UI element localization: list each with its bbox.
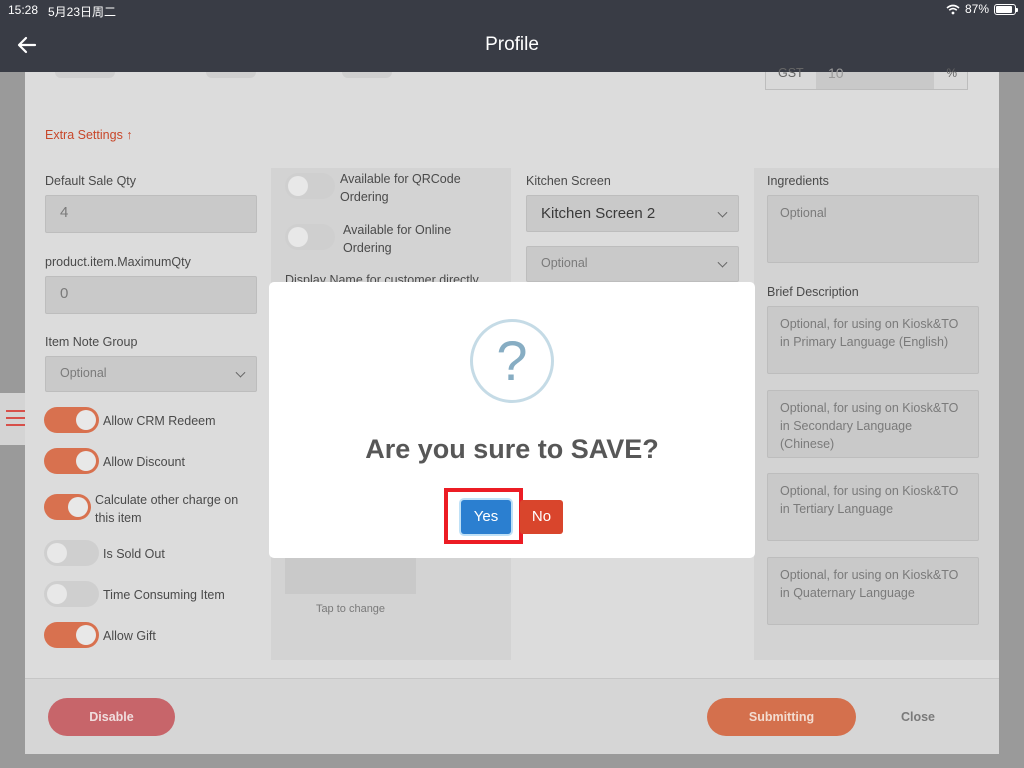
- qrcode-ordering-label: Available for QRCode Ordering: [340, 172, 461, 204]
- allow-discount-label: Allow Discount: [103, 455, 185, 469]
- status-time: 15:28: [8, 3, 39, 17]
- is-sold-out-toggle[interactable]: [44, 540, 99, 566]
- allow-gift-toggle[interactable]: [44, 622, 99, 648]
- top-partial-pill-2: [206, 72, 256, 78]
- status-right: 87%: [946, 2, 1018, 16]
- time-consuming-item-toggle[interactable]: [44, 581, 99, 607]
- gst-field-group: GST 10 %: [765, 65, 968, 90]
- default-sale-qty-input[interactable]: 4: [45, 195, 257, 233]
- dialog-title: Are you sure to SAVE?: [365, 434, 659, 464]
- allow-discount-toggle[interactable]: [44, 448, 99, 474]
- gst-percent: %: [946, 66, 957, 80]
- gst-input[interactable]: 10: [816, 65, 934, 89]
- allow-gift-label: Allow Gift: [103, 629, 156, 643]
- kitchen-secondary-select[interactable]: Optional: [526, 246, 739, 282]
- kitchen-screen-select[interactable]: Kitchen Screen 2: [526, 195, 739, 232]
- description-tertiary-input[interactable]: Optional, for using on Kiosk&TO in Terti…: [767, 473, 979, 541]
- submitting-button[interactable]: Submitting: [707, 698, 856, 736]
- side-menu-tab[interactable]: [0, 393, 26, 445]
- description-primary-input[interactable]: Optional, for using on Kiosk&TO in Prima…: [767, 306, 979, 374]
- online-ordering-label: Available for Online Ordering: [343, 223, 452, 255]
- yes-button[interactable]: Yes: [461, 500, 511, 534]
- qrcode-ordering-toggle[interactable]: [285, 173, 335, 199]
- top-partial-pill-3: [342, 72, 392, 78]
- kitchen-screen-label: Kitchen Screen: [526, 174, 611, 188]
- ingredients-label: Ingredients: [767, 174, 829, 188]
- question-icon: ?: [470, 319, 554, 403]
- chevron-down-icon: [717, 207, 728, 218]
- brief-description-label: Brief Description: [767, 285, 859, 299]
- extra-settings-toggle[interactable]: Extra Settings ↑: [45, 128, 133, 142]
- top-partial-pill-1: [55, 72, 115, 78]
- item-note-group-label: Item Note Group: [45, 335, 138, 349]
- app-header: Profile: [0, 20, 1024, 72]
- description-quaternary-input[interactable]: Optional, for using on Kiosk&TO in Quate…: [767, 557, 979, 625]
- no-button[interactable]: No: [520, 500, 563, 534]
- gst-label: GST: [778, 66, 804, 80]
- product-image[interactable]: [285, 558, 416, 594]
- wifi-icon: [946, 4, 960, 14]
- disable-button[interactable]: Disable: [48, 698, 175, 736]
- max-qty-input[interactable]: 0: [45, 276, 257, 314]
- time-consuming-item-label: Time Consuming Item: [103, 588, 225, 602]
- battery-icon: [994, 3, 1018, 15]
- chevron-down-icon: [235, 367, 246, 378]
- close-button[interactable]: Close: [868, 698, 968, 736]
- allow-crm-redeem-label: Allow CRM Redeem: [103, 414, 216, 428]
- max-qty-label: product.item.MaximumQty: [45, 255, 191, 269]
- description-secondary-input[interactable]: Optional, for using on Kiosk&TO in Secon…: [767, 390, 979, 458]
- status-date: 5月23日周二: [48, 5, 117, 19]
- calculate-other-charge-label: Calculate other charge on this item: [95, 493, 239, 525]
- tap-to-change-label[interactable]: Tap to change: [285, 603, 416, 615]
- is-sold-out-label: Is Sold Out: [103, 547, 165, 561]
- confirm-save-dialog: ? Are you sure to SAVE? Yes No: [269, 282, 755, 558]
- calculate-other-charge-toggle[interactable]: [44, 494, 91, 520]
- default-sale-qty-label: Default Sale Qty: [45, 174, 137, 188]
- allow-crm-redeem-toggle[interactable]: [44, 407, 99, 433]
- ingredients-input[interactable]: Optional: [767, 195, 979, 263]
- status-bar: 15:28 5月23日周二 87%: [0, 0, 1024, 20]
- menu-icon: [6, 410, 26, 412]
- item-note-group-select[interactable]: Optional: [45, 356, 257, 392]
- page-title: Profile: [485, 34, 539, 55]
- chevron-down-icon: [717, 257, 728, 268]
- battery-percent: 87%: [964, 2, 989, 16]
- online-ordering-toggle[interactable]: [285, 224, 335, 250]
